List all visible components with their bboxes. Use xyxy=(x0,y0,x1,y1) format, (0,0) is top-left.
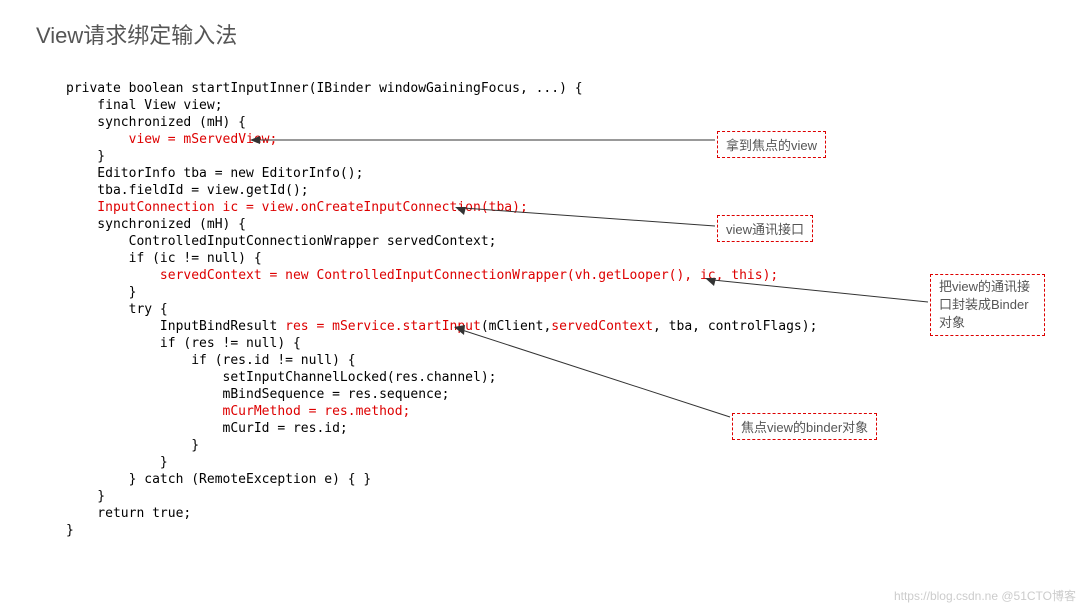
code-line: ControlledInputConnectionWrapper servedC… xyxy=(66,234,496,249)
code-line: InputBindResult xyxy=(66,319,285,334)
code-line: if (ic != null) { xyxy=(66,251,262,266)
code-line: (mClient, xyxy=(481,319,551,334)
code-line: private boolean startInputInner(IBinder … xyxy=(66,81,583,96)
code-line: } xyxy=(66,455,168,470)
code-line: setInputChannelLocked(res.channel); xyxy=(66,370,496,385)
code-line xyxy=(66,268,160,283)
code-highlight: mCurMethod = res.method; xyxy=(66,404,410,419)
code-line: } xyxy=(66,489,105,504)
code-line: } xyxy=(66,523,74,538)
code-highlight: servedContext = new ControlledInputConne… xyxy=(160,268,778,283)
code-line: synchronized (mH) { xyxy=(66,217,246,232)
code-line: if (res != null) { xyxy=(66,336,301,351)
code-line: synchronized (mH) { xyxy=(66,115,246,130)
code-highlight: InputConnection ic = view.onCreateInputC… xyxy=(66,200,528,215)
code-line: } xyxy=(66,438,199,453)
annotation-box: 焦点view的binder对象 xyxy=(732,413,877,440)
annotation-box: 拿到焦点的view xyxy=(717,131,826,158)
code-line: if (res.id != null) { xyxy=(66,353,356,368)
watermark-text: https://blog.csdn.ne @51CTO博客 xyxy=(894,587,1076,604)
code-line: tba.fieldId = view.getId(); xyxy=(66,183,309,198)
code-line: mCurId = res.id; xyxy=(66,421,348,436)
code-line: try { xyxy=(66,302,168,317)
annotation-box: 把view的通讯接口封装成Binder对象 xyxy=(930,274,1045,336)
code-line: return true; xyxy=(66,506,191,521)
code-highlight: view = mServedView; xyxy=(129,132,278,147)
code-line xyxy=(66,132,129,147)
page-title: View请求绑定输入法 xyxy=(36,18,237,50)
code-block: private boolean startInputInner(IBinder … xyxy=(66,80,817,539)
code-line: EditorInfo tba = new EditorInfo(); xyxy=(66,166,363,181)
code-highlight: servedContext xyxy=(551,319,653,334)
annotation-box: view通讯接口 xyxy=(717,215,813,242)
code-line: } xyxy=(66,285,136,300)
code-line: } catch (RemoteException e) { } xyxy=(66,472,371,487)
code-line: } xyxy=(66,149,105,164)
code-line: final View view; xyxy=(66,98,223,113)
code-highlight: res = mService.startInput xyxy=(285,319,481,334)
code-line: mBindSequence = res.sequence; xyxy=(66,387,450,402)
code-line: , tba, controlFlags); xyxy=(653,319,817,334)
